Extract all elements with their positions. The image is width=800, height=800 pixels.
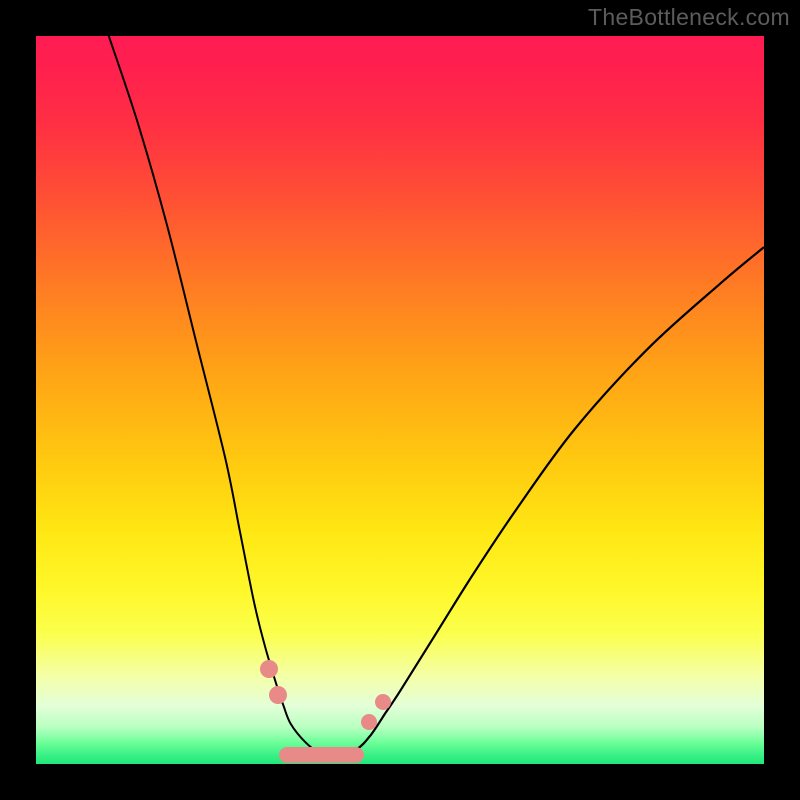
optimal-bottom-bar xyxy=(279,747,364,763)
optimal-dot xyxy=(375,694,391,710)
optimal-dot xyxy=(269,686,287,704)
curve-layer xyxy=(36,36,764,764)
right-bottleneck-curve xyxy=(334,247,764,757)
left-bottleneck-curve xyxy=(109,36,335,757)
plot-area xyxy=(36,36,764,764)
watermark-text: TheBottleneck.com xyxy=(588,4,790,31)
chart-container: TheBottleneck.com xyxy=(0,0,800,800)
